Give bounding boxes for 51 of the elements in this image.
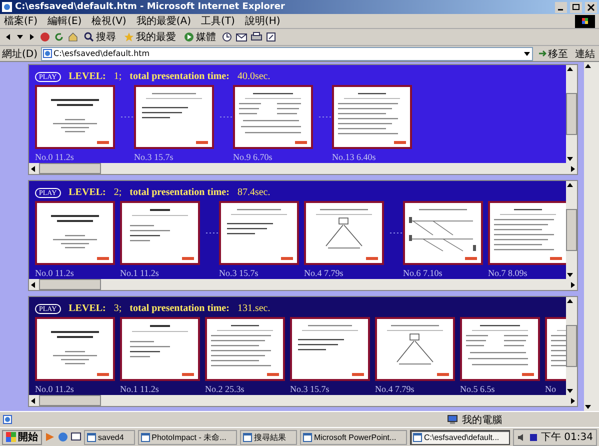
toolbar-button[interactable]: 媒體 [182,30,218,44]
slide-label: No.1 11.2s [120,268,160,278]
menu-item[interactable]: 工具(T) [201,14,235,28]
slide-label: No.3 15.7s [134,152,174,162]
slide-label: No.1 11.2s [120,384,160,394]
level-number: 2; [114,187,122,198]
taskbar-button[interactable]: C:\esfsaved\default... [410,430,510,444]
menu-item[interactable]: 檔案(F) [4,14,38,28]
level-label: LEVEL: [68,71,106,82]
slide-label: No.13 6.40s [332,152,377,162]
go-button[interactable]: 移至 [536,46,570,60]
menu-item[interactable]: 檢視(V) [92,14,126,28]
address-label: 網址(D) [2,48,38,60]
time-value: 131.sec. [237,303,270,314]
toolbar-button[interactable]: 搜尋 [82,30,118,44]
links-button[interactable]: 連結 [573,46,597,60]
taskbar-button[interactable]: PhotoImpact - 未命... [138,430,238,444]
address-field[interactable]: C:\esfsaved\default.htm [40,46,533,60]
slide-label: No.7 8.09s [488,268,528,278]
level-number: 1; [114,71,122,82]
level-label: LEVEL: [68,303,106,314]
slide-label: No.0 11.2s [35,268,75,278]
slide-label: No [545,384,557,394]
slide-label: No.5 6.5s [460,384,496,394]
menu-item[interactable]: 我的最愛(A) [136,14,191,28]
slide-label: No.3 15.7s [219,268,260,278]
slide-label: No.4 7.79s [304,268,344,278]
time-label: total presentation time: [130,71,230,82]
slide-label: No.6 7.10s [403,268,444,278]
level-label: LEVEL: [68,187,106,198]
level-number: 3; [114,303,122,314]
time-label: total presentation time: [130,187,230,198]
clock: 下午 01:34 [540,431,593,444]
menu-item[interactable]: 說明(H) [244,14,280,28]
taskbar-button[interactable]: Microsoft PowerPoint... [300,430,407,444]
taskbar-button[interactable]: 搜尋結果 [240,430,297,444]
slide-label: No.0 11.2s [35,152,75,162]
time-label: total presentation time: [130,303,230,314]
window-title: C:\esfsaved\default.htm - Microsoft Internet Explorer [15,2,286,12]
time-value: 87.4sec. [237,187,270,198]
slide-label: No.0 11.2s [35,384,75,394]
slide-label: No.2 25.3s [205,384,246,394]
slide-label: No.9 6.70s [233,152,274,162]
time-value: 40.0sec. [237,71,270,82]
toolbar-button[interactable]: 我的最愛 [122,30,178,44]
slide-label: No.3 15.7s [290,384,330,394]
taskbar-button[interactable]: saved4 [84,430,135,444]
slide-label: No.4 7.79s [375,384,416,394]
menu-item[interactable]: 編輯(E) [48,14,82,28]
zone-label: 我的電腦 [462,414,502,426]
start-button[interactable]: 開始 [2,430,42,444]
